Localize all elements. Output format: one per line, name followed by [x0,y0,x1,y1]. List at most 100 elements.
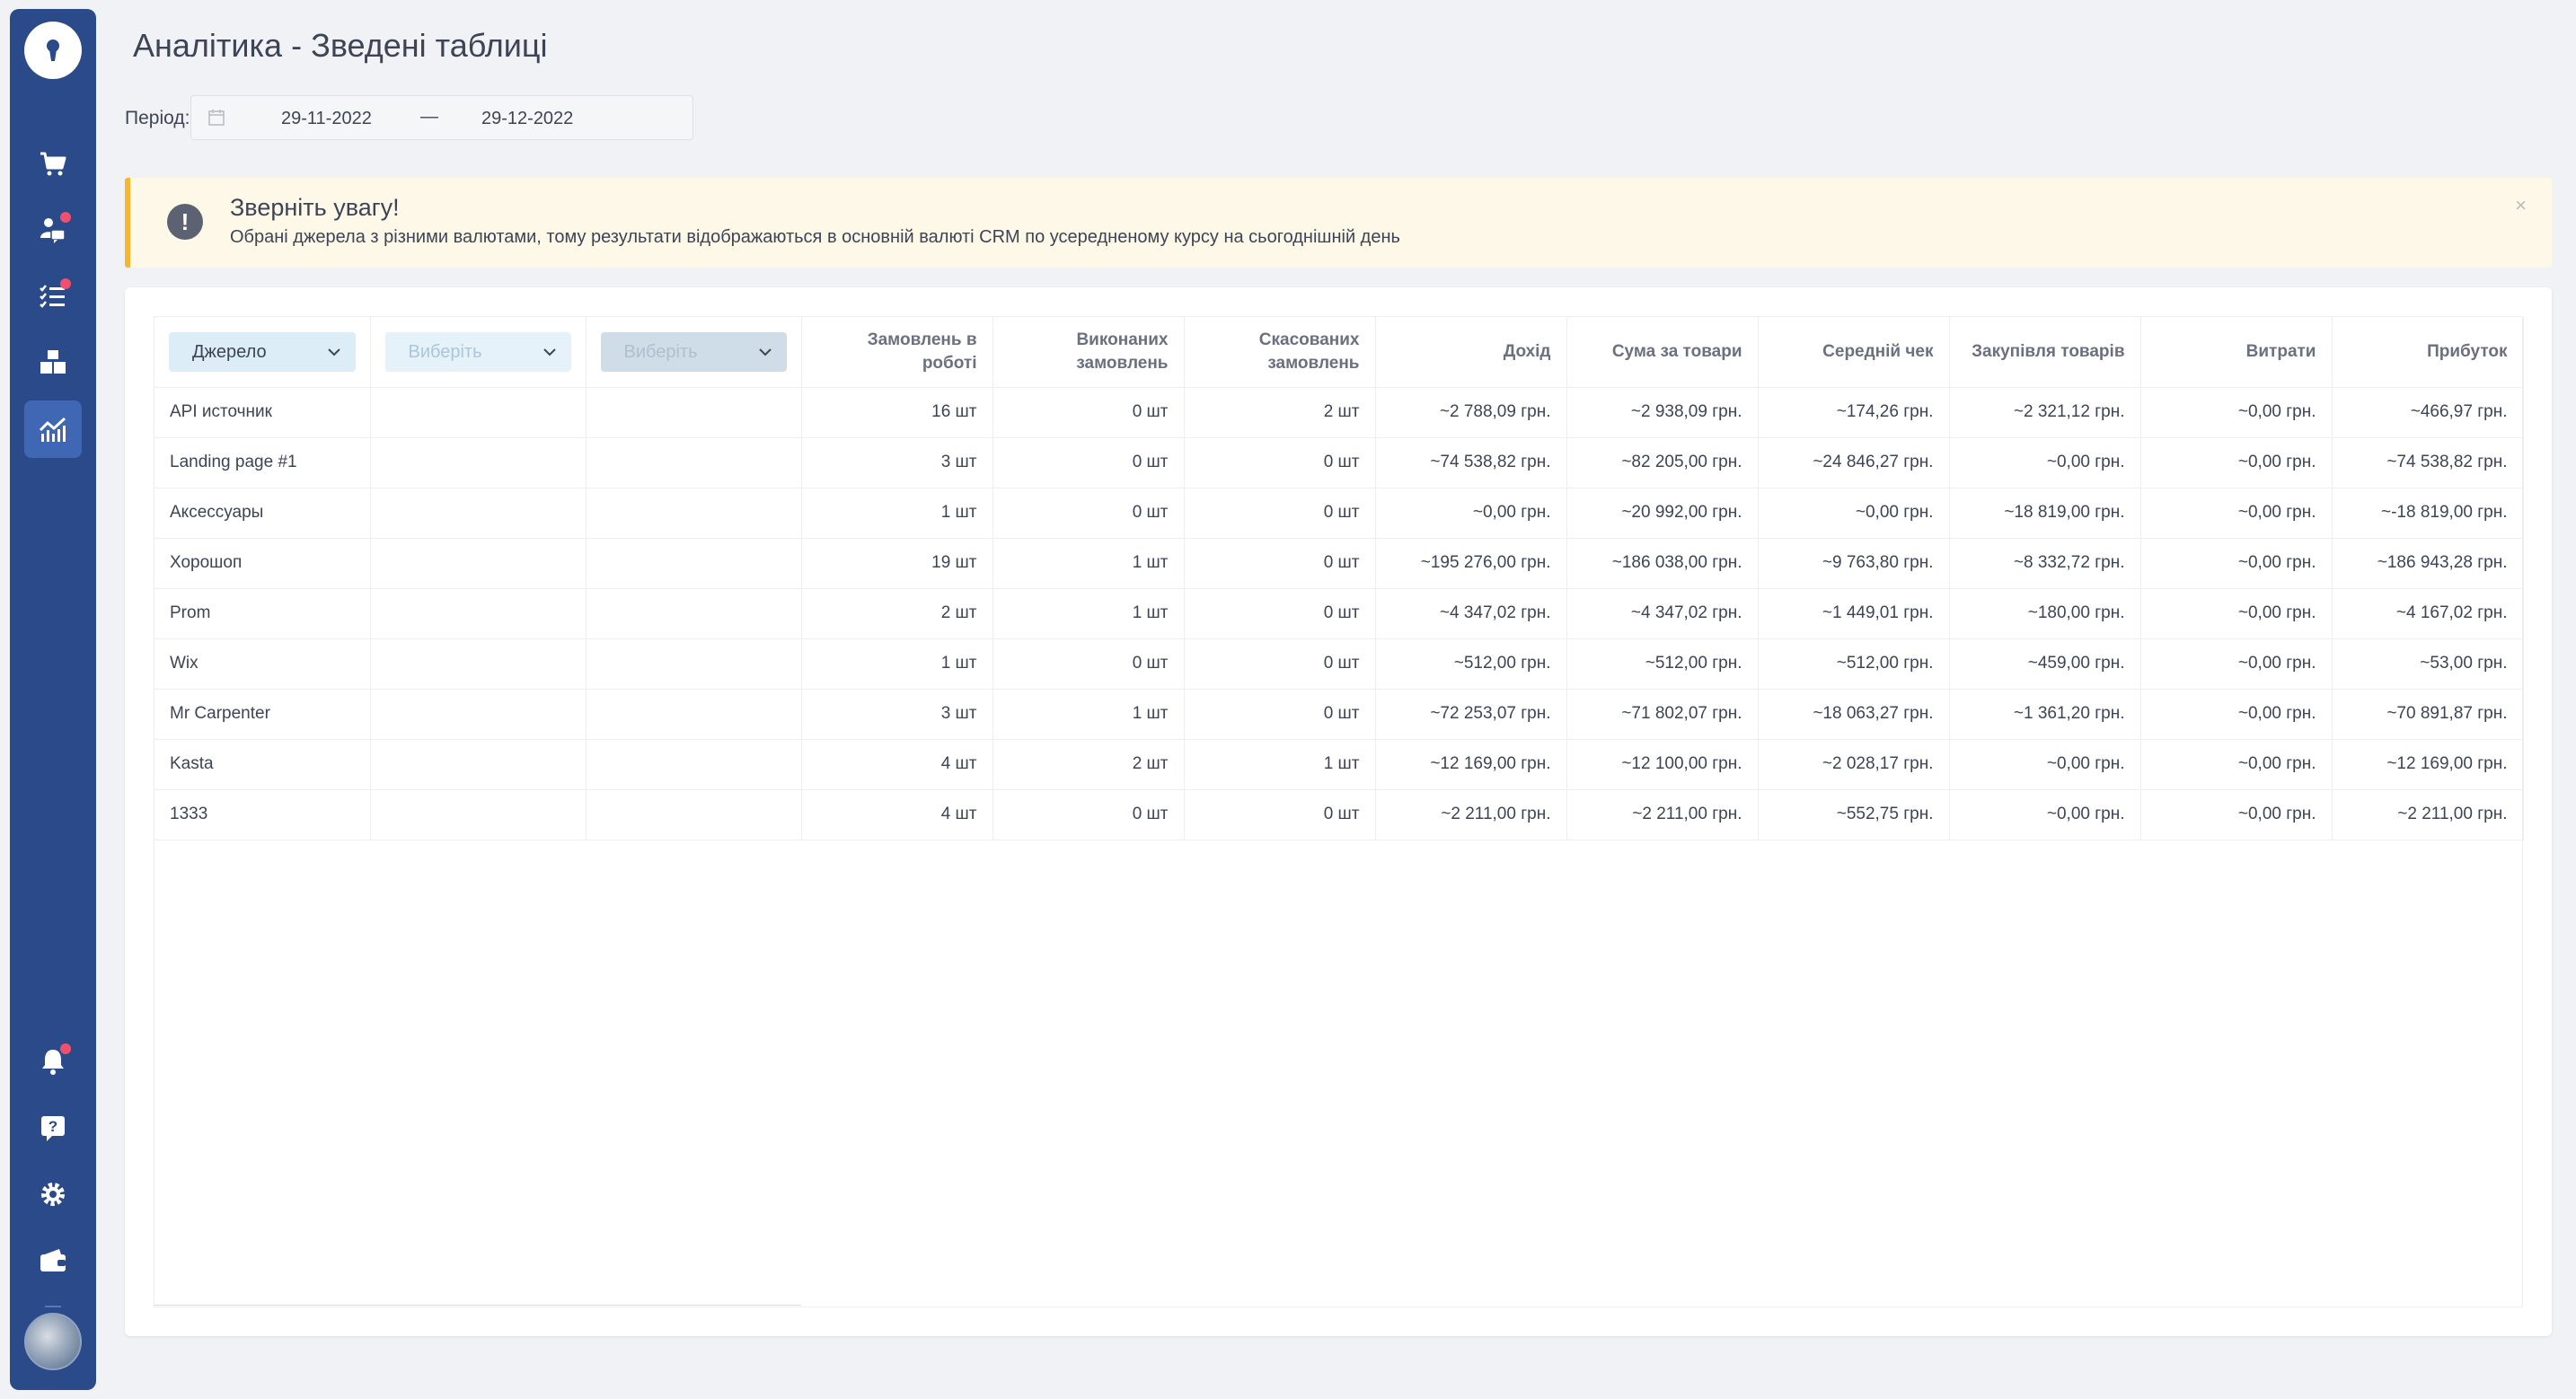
value-cell: 0 шт [1184,488,1376,539]
nav-analytics[interactable] [24,400,82,458]
date-range-picker[interactable]: 29-11-2022 — 29-12-2022 [190,95,693,140]
currency-warning-alert: ! Зверніть увагу! Обрані джерела з різни… [125,178,2552,268]
source-name-cell: API источник [154,387,371,438]
value-cell: ~0,00 грн. [2140,789,2333,840]
empty-group-cell [370,638,587,690]
column-header[interactable]: Виконаних замовлень [992,317,1185,388]
source-name-cell: Хорошоп [154,538,371,589]
value-cell: ~0,00 грн. [1949,739,2141,790]
column-header[interactable]: Сума за товари [1566,317,1759,388]
value-cell: ~0,00 грн. [2140,638,2333,690]
value-cell: ~1 449,01 грн. [1758,588,1950,639]
group-by-select[interactable]: Джерело [169,331,356,372]
column-header[interactable]: Середній чек [1758,317,1950,388]
value-cell: ~0,00 грн. [2140,437,2333,488]
value-cell: ~4 347,02 грн. [1375,588,1567,639]
value-cell: 0 шт [1184,588,1376,639]
date-to[interactable]: 29-12-2022 [481,109,573,129]
value-cell: ~459,00 грн. [1949,638,2141,690]
value-cell: 0 шт [1184,789,1376,840]
second-group-select-cell: Виберіть [370,317,587,388]
value-cell: ~195 276,00 грн. [1375,538,1567,589]
value-cell: ~-18 819,00 грн. [2332,488,2524,539]
nav-help[interactable]: ? [24,1099,82,1157]
value-cell: ~552,75 грн. [1758,789,1950,840]
empty-group-cell [586,638,802,690]
value-cell: ~18 819,00 грн. [1949,488,2141,539]
value-cell: ~74 538,82 грн. [1375,437,1567,488]
empty-group-cell [586,437,802,488]
value-cell: 0 шт [1184,437,1376,488]
value-cell: ~4 167,02 грн. [2332,588,2524,639]
empty-group-cell [586,689,802,740]
table-row: Аксессуары 1 шт 0 шт 0 шт ~0,00 грн. ~20 992,… [154,488,2524,539]
exclamation-icon: ! [167,204,203,240]
warehouse-boxes-icon [40,350,66,374]
alert-text: Обрані джерела з різними валютами, тому … [230,227,1400,247]
source-name-cell: Mr Carpenter [154,689,371,740]
nav-tasks[interactable] [24,268,82,325]
value-cell: 4 шт [801,789,993,840]
empty-group-cell [370,789,587,840]
value-cell: ~8 332,72 грн. [1949,538,2141,589]
value-cell: ~20 992,00 грн. [1566,488,1759,539]
empty-group-cell [586,588,802,639]
notification-badge [60,212,71,223]
pivot-table: Джерело Виберіть Виберіть Замовлень в ро… [154,317,2524,840]
empty-group-cell [586,387,802,438]
value-cell: ~0,00 грн. [2140,588,2333,639]
value-cell: 2 шт [992,739,1185,790]
user-avatar[interactable] [24,1313,82,1370]
nav-settings[interactable] [24,1166,82,1223]
second-group-select[interactable]: Виберіть [384,331,571,372]
value-cell: ~18 063,27 грн. [1758,689,1950,740]
source-name-cell: Landing page #1 [154,437,371,488]
value-cell: ~9 763,80 грн. [1758,538,1950,589]
empty-group-cell [370,387,587,438]
empty-group-cell [586,488,802,539]
table-row: Landing page #1 3 шт 0 шт 0 шт ~74 538,82 гр… [154,437,2524,488]
value-cell: 0 шт [1184,538,1376,589]
value-cell: ~71 802,07 грн. [1566,689,1759,740]
value-cell: 4 шт [801,739,993,790]
nav-warehouse[interactable] [24,334,82,392]
group-by-select-cell: Джерело [154,317,371,388]
nav-orders[interactable] [24,135,82,192]
column-header[interactable]: Скасованих замовлень [1184,317,1376,388]
empty-group-cell [370,689,587,740]
logo-keyhole-icon[interactable] [24,22,82,79]
third-group-select-cell: Виберіть [586,317,802,388]
period-label: Період: [125,108,190,128]
value-cell: ~2 938,09 грн. [1566,387,1759,438]
analytics-chart-icon [39,417,66,442]
third-group-select[interactable]: Виберіть [600,331,787,372]
calendar-icon [207,109,225,131]
value-cell: ~1 361,20 грн. [1949,689,2141,740]
value-cell: 0 шт [992,638,1185,690]
value-cell: ~466,97 грн. [2332,387,2524,438]
value-cell: ~74 538,82 грн. [2332,437,2524,488]
nav-finance[interactable] [24,1232,82,1289]
column-header[interactable]: Замовлень в роботі [801,317,993,388]
column-header[interactable]: Закупівля товарів [1949,317,2141,388]
alert-title: Зверніть увагу! [230,194,400,221]
column-header[interactable]: Дохід [1375,317,1567,388]
column-header[interactable]: Прибуток [2332,317,2524,388]
nav-clients[interactable] [24,201,82,259]
empty-group-cell [370,739,587,790]
page-title: Аналітика - Зведені таблиці [133,27,548,64]
close-icon[interactable]: × [2515,194,2527,217]
value-cell: ~0,00 грн. [2140,488,2333,539]
value-cell: 0 шт [1184,689,1376,740]
value-cell: 1 шт [801,638,993,690]
value-cell: 2 шт [801,588,993,639]
column-header[interactable]: Витрати [2140,317,2333,388]
notification-badge [60,1043,71,1054]
table-row: Mr Carpenter 3 шт 1 шт 0 шт ~72 253,07 грн. ~… [154,689,2524,740]
chevron-down-icon [543,348,556,356]
date-from[interactable]: 29-11-2022 [281,109,372,129]
source-name-cell: 1333 [154,789,371,840]
sidebar: ? [10,9,96,1390]
nav-notifications[interactable] [24,1033,82,1090]
empty-group-cell [586,538,802,589]
